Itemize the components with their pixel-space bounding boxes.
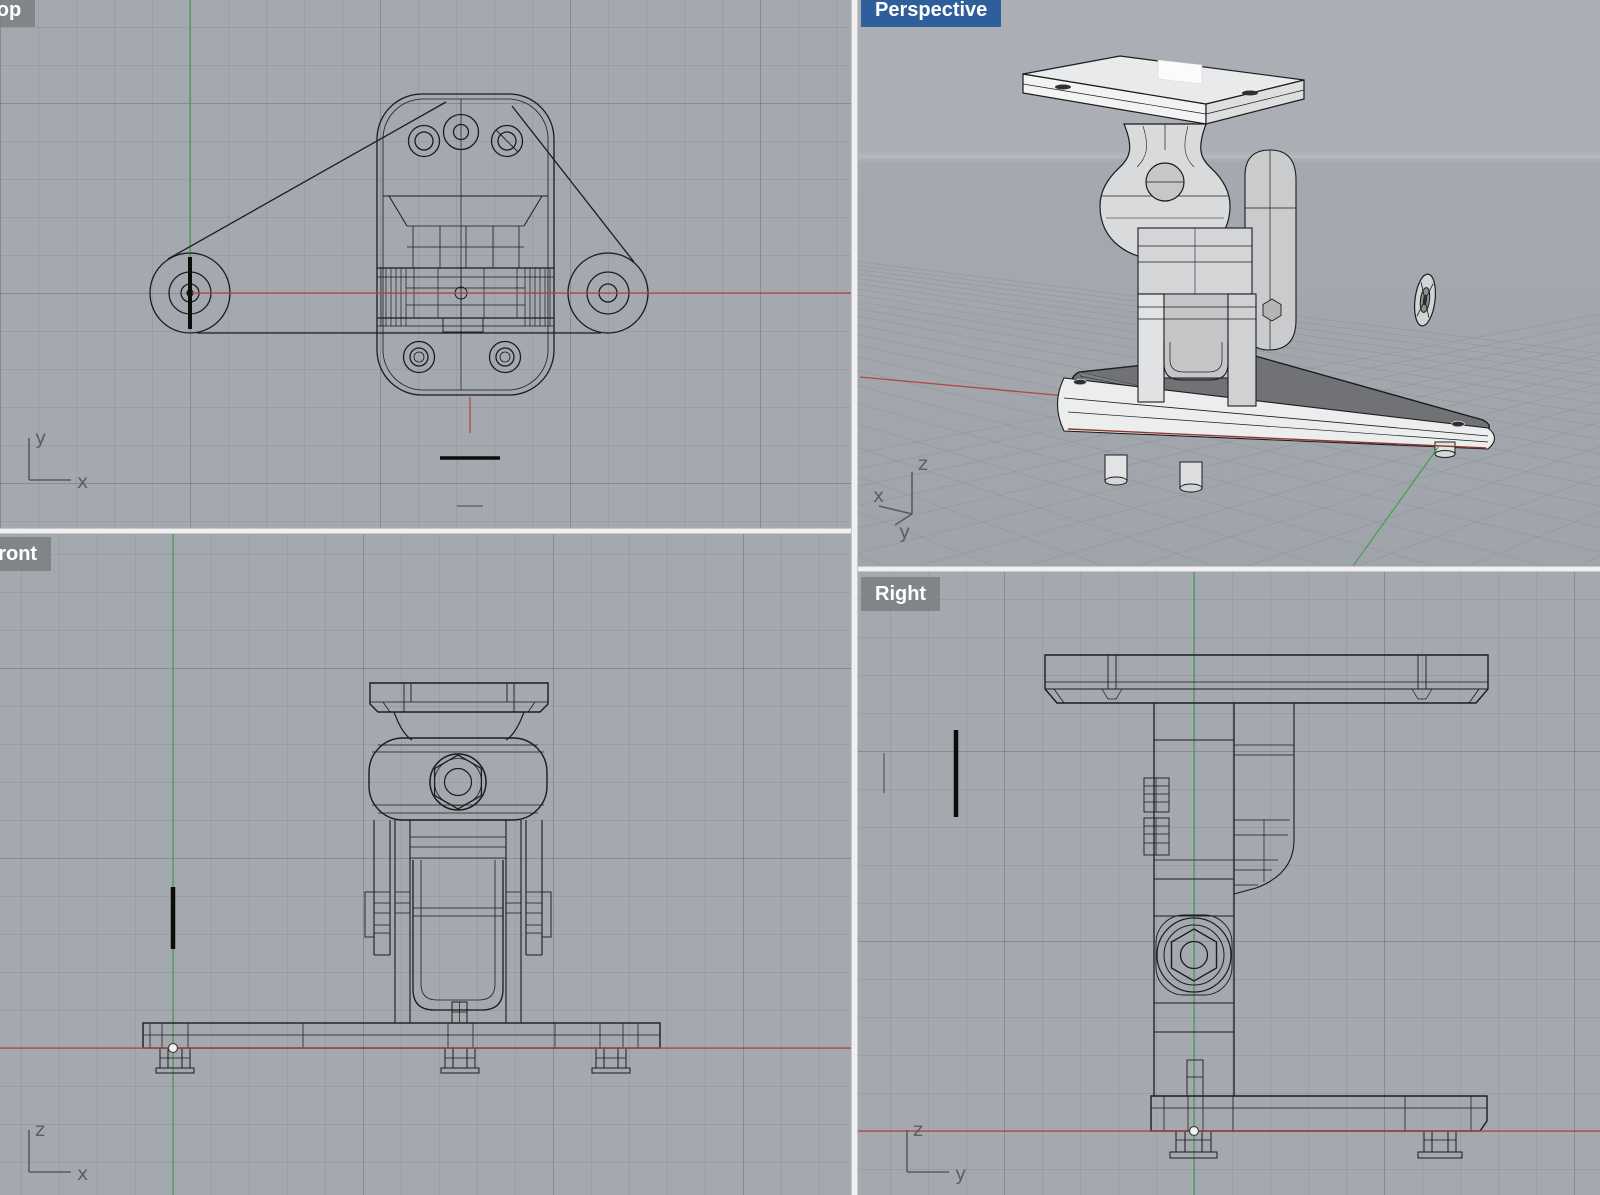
perspective-view-drawing [858, 55, 1600, 566]
washer-part [1413, 273, 1437, 327]
perspective-axis-gnomon: z x y [873, 453, 928, 542]
viewport-label-right[interactable]: Right [861, 577, 941, 611]
viewport-label-perspective[interactable]: Perspective [861, 0, 1002, 27]
viewport-label-front[interactable]: Front [0, 537, 52, 571]
viewport-label-top[interactable]: Top [0, 0, 36, 27]
right-view-drawing [858, 572, 1600, 1195]
axis-letter-z: z [913, 1119, 923, 1141]
axis-letter-z: z [35, 1119, 45, 1141]
viewport-perspective[interactable]: z x y Perspective [858, 0, 1600, 566]
axis-letter-y: y [899, 521, 910, 542]
right-axis-gnomon: z y [906, 1119, 966, 1185]
top-view-drawing [149, 0, 851, 507]
axis-letter-x: x [77, 1163, 88, 1185]
origin-point [1188, 1125, 1200, 1137]
top-axis-gnomon: y x [28, 427, 88, 493]
x-axis-arm [878, 505, 913, 515]
rhino-four-viewport-workspace: y x Top [0, 0, 1600, 1195]
viewport-divider-vertical[interactable] [851, 0, 858, 1195]
viewport-front[interactable]: z x Front [0, 534, 851, 1195]
viewport-top[interactable]: y x Top [0, 0, 851, 528]
axis-letter-y: y [955, 1163, 966, 1185]
origin-point [167, 1042, 179, 1054]
axis-letter-y: y [35, 427, 46, 449]
axis-letter-z: z [918, 453, 928, 475]
front-view-drawing [0, 534, 851, 1195]
y-axis-line [1352, 445, 1440, 566]
axis-letter-x: x [77, 471, 88, 493]
viewport-divider-horizontal-left[interactable] [0, 528, 851, 534]
viewport-divider-horizontal-right[interactable] [858, 566, 1600, 572]
axis-letter-x: x [873, 485, 884, 507]
front-axis-gnomon: z x [28, 1119, 88, 1185]
viewport-right[interactable]: z y Right [858, 572, 1600, 1195]
